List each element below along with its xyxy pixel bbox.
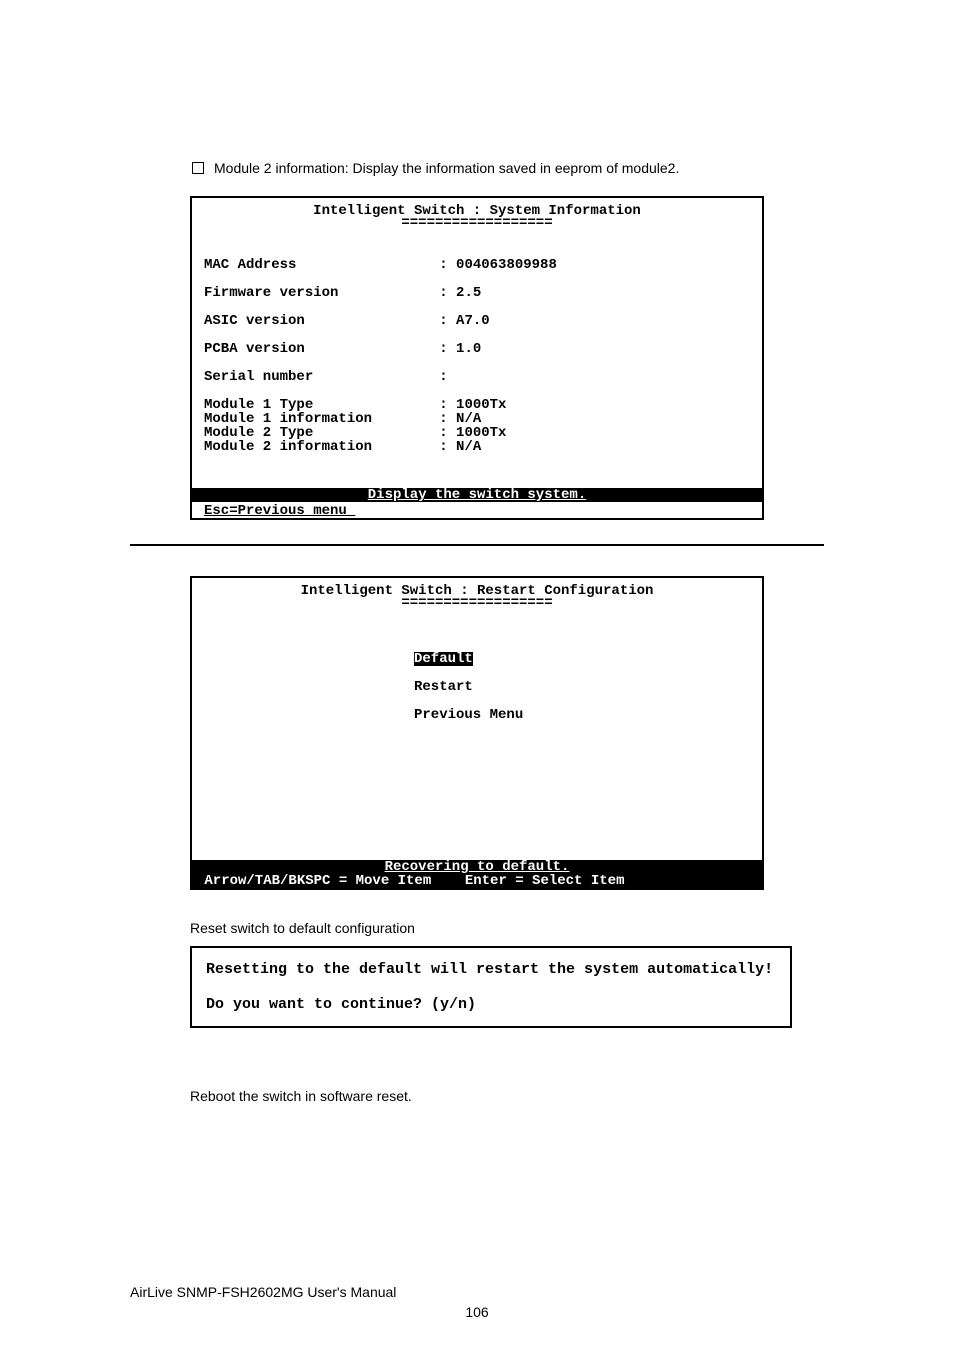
spacer — [204, 272, 750, 286]
terminal-inner: Intelligent Switch : Restart Configurati… — [192, 578, 762, 736]
terminal-title-underline: ================== — [204, 596, 750, 610]
confirm-box: Resetting to the default will restart th… — [190, 946, 792, 1028]
menu-item-previous-menu[interactable]: Previous Menu — [414, 708, 523, 722]
spacer — [204, 300, 750, 314]
bullet-line: Module 2 information: Display the inform… — [192, 160, 824, 176]
menu-item-restart[interactable]: Restart — [414, 680, 473, 694]
spacer — [204, 384, 750, 398]
key-value-block: MAC Address : 004063809988 Firmware versi… — [204, 258, 750, 454]
confirm-line-2: Do you want to continue? (y/n) — [206, 997, 776, 1012]
terminal-status-bar: Recovering to default. — [192, 860, 762, 874]
section-divider — [130, 544, 824, 546]
kv-row: MAC Address : 004063809988 — [204, 258, 750, 272]
bullet-text: Module 2 information: Display the inform… — [214, 160, 679, 176]
page-number: 106 — [0, 1304, 954, 1320]
kv-row: ASIC version : A7.0 — [204, 314, 750, 328]
kv-row: Module 1 Type : 1000Tx — [204, 398, 750, 412]
terminal-inner: Intelligent Switch : System Information … — [192, 198, 762, 454]
reset-label: Reset switch to default configuration — [190, 920, 824, 936]
spacer — [204, 356, 750, 370]
terminal-status-bar: Display the switch system. — [192, 488, 762, 502]
menu-item-default[interactable]: Default — [414, 652, 473, 666]
terminal-system-information: Intelligent Switch : System Information … — [190, 196, 764, 520]
kv-row: PCBA version : 1.0 — [204, 342, 750, 356]
kv-row: Module 2 Type : 1000Tx — [204, 426, 750, 440]
terminal-restart-configuration: Intelligent Switch : Restart Configurati… — [190, 576, 764, 890]
kv-row: Module 1 information : N/A — [204, 412, 750, 426]
confirm-line-1: Resetting to the default will restart th… — [206, 962, 776, 977]
kv-row: Module 2 information : N/A — [204, 440, 750, 454]
terminal-esc-hint: Esc=Previous menu_ — [204, 504, 355, 518]
menu-list: Default Restart Previous Menu — [414, 652, 750, 736]
footer-left: AirLive SNMP-FSH2602MG User's Manual — [130, 1284, 396, 1300]
spacer — [204, 328, 750, 342]
bullet-square-icon — [192, 162, 204, 174]
terminal-title-underline: ================== — [204, 216, 750, 230]
kv-row: Firmware version : 2.5 — [204, 286, 750, 300]
spacer — [206, 977, 776, 997]
reboot-label: Reboot the switch in software reset. — [190, 1088, 824, 1104]
terminal-bottom-bar: Arrow/TAB/BKSPC = Move Item Enter = Sele… — [192, 874, 762, 888]
page: Module 2 information: Display the inform… — [0, 0, 954, 1350]
kv-row: Serial number : — [204, 370, 750, 384]
